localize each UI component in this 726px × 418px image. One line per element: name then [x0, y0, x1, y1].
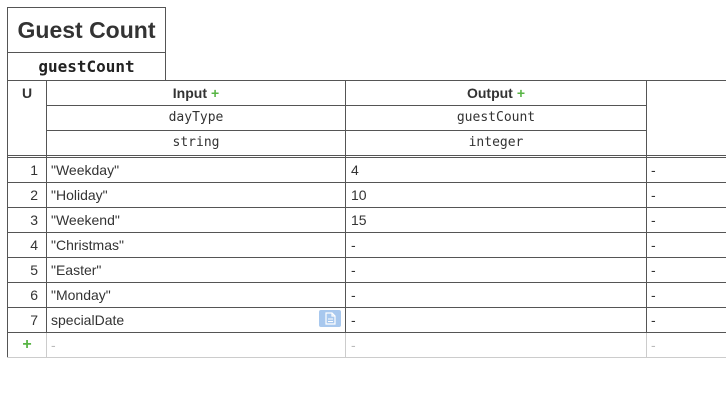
input-cell[interactable]: "Christmas" — [51, 233, 341, 257]
annotation-cell[interactable]: - — [651, 258, 721, 282]
addrow-bottom-line — [7, 357, 726, 358]
output-cell[interactable]: - — [351, 233, 641, 257]
output-label: Output — [466, 85, 513, 101]
hit-policy[interactable]: U — [8, 80, 46, 106]
input-header: Input + — [47, 80, 345, 105]
input-cell[interactable]: "Weekend" — [51, 208, 341, 232]
add-input-plus-icon[interactable]: + — [211, 85, 219, 101]
input-cell[interactable]: "Easter" — [51, 258, 341, 282]
output-type[interactable]: integer — [346, 131, 646, 155]
addrow-vline-output — [646, 333, 647, 357]
output-cell[interactable]: 15 — [351, 208, 641, 232]
decision-variable[interactable]: guestCount — [8, 53, 165, 80]
output-cell[interactable]: - — [351, 258, 641, 282]
output-cell[interactable]: 10 — [351, 183, 641, 207]
annotation-cell[interactable]: - — [651, 158, 721, 182]
row-number: 7 — [30, 312, 38, 328]
annotation-cell[interactable]: - — [651, 208, 721, 232]
output-header: Output + — [346, 80, 646, 105]
add-rule-plus-icon[interactable]: + — [8, 333, 46, 357]
input-expression[interactable]: dayType — [47, 106, 345, 130]
header-vline-output — [646, 80, 647, 157]
header-bottom-line — [7, 155, 726, 156]
input-cell[interactable]: "Monday" — [51, 283, 341, 307]
annotation-cell[interactable]: - — [651, 308, 721, 332]
input-label: Input — [172, 85, 208, 101]
add-row-input-placeholder[interactable]: - — [51, 333, 341, 357]
document-icon[interactable] — [319, 310, 341, 327]
addrow-vline-num — [46, 333, 47, 357]
input-cell[interactable]: "Holiday" — [51, 183, 341, 207]
output-cell[interactable]: 4 — [351, 158, 641, 182]
row-number: 3 — [30, 212, 38, 228]
annotation-cell[interactable]: - — [651, 183, 721, 207]
output-name[interactable]: guestCount — [346, 106, 646, 130]
annotation-cell[interactable]: - — [651, 233, 721, 257]
input-cell[interactable]: specialDate — [51, 308, 311, 332]
input-type[interactable]: string — [47, 131, 345, 155]
annotation-cell[interactable]: - — [651, 283, 721, 307]
row-number: 6 — [30, 287, 38, 303]
row-number: 5 — [30, 262, 38, 278]
input-cell[interactable]: "Weekday" — [51, 158, 341, 182]
decision-name[interactable]: Guest Count — [8, 8, 165, 52]
output-cell[interactable]: - — [351, 283, 641, 307]
row-number: 1 — [30, 162, 38, 178]
add-output-plus-icon[interactable]: + — [517, 85, 525, 101]
add-row-output-placeholder[interactable]: - — [351, 333, 641, 357]
output-cell[interactable]: - — [351, 308, 641, 332]
row-number: 2 — [30, 187, 38, 203]
addrow-vline-input — [345, 333, 346, 357]
add-row-annotation-placeholder[interactable]: - — [651, 333, 721, 357]
row-number: 4 — [30, 237, 38, 253]
